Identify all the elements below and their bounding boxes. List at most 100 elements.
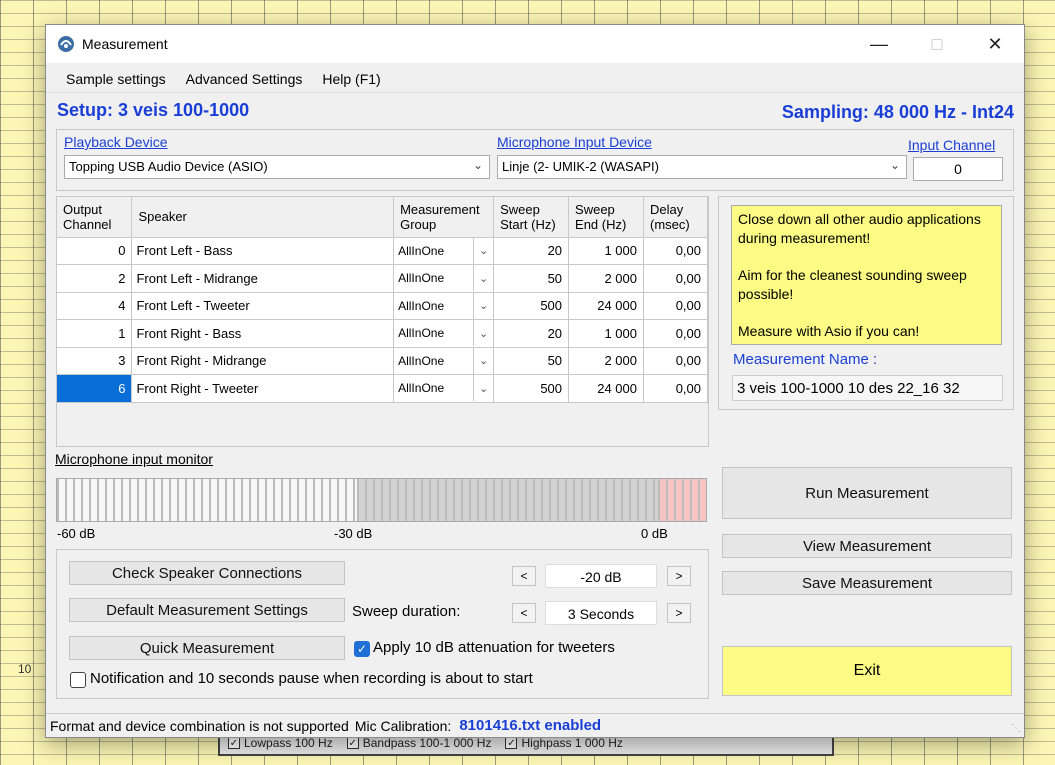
- header-output-channel[interactable]: Output Channel: [57, 197, 133, 238]
- chevron-down-icon[interactable]: ⌄: [473, 320, 493, 347]
- attenuation-checkbox[interactable]: ✓: [354, 641, 370, 657]
- attenuation-label[interactable]: Apply 10 dB attenuation for tweeters: [373, 639, 615, 656]
- cell-sweep-start[interactable]: 50: [493, 264, 570, 293]
- measurement-group-select[interactable]: AllInOne ⌄: [398, 347, 493, 374]
- meter-min-label: -60 dB: [57, 526, 96, 541]
- close-button[interactable]: ✕: [966, 25, 1024, 63]
- chevron-down-icon[interactable]: ⌄: [473, 265, 493, 292]
- cell-speaker[interactable]: Front Left - Midrange: [131, 264, 395, 293]
- header-sweep-end[interactable]: Sweep End (Hz): [568, 197, 644, 238]
- cell-output-channel[interactable]: 6: [57, 374, 133, 403]
- default-settings-button[interactable]: Default Measurement Settings: [69, 598, 345, 622]
- cell-sweep-end[interactable]: 24 000: [568, 374, 644, 403]
- header-sweep-start[interactable]: Sweep Start (Hz): [493, 197, 570, 238]
- cell-measurement-group[interactable]: AllInOne ⌄: [393, 374, 495, 403]
- chevron-down-icon[interactable]: ⌄: [473, 237, 493, 264]
- cell-output-channel[interactable]: 0: [57, 237, 133, 265]
- header-measurement-group[interactable]: Measurement Group: [393, 197, 495, 238]
- input-channel-field[interactable]: 0: [913, 157, 1003, 181]
- header-speaker[interactable]: Speaker: [131, 197, 395, 238]
- minimize-button[interactable]: —: [850, 25, 908, 63]
- maximize-button[interactable]: □: [908, 25, 966, 63]
- cell-measurement-group[interactable]: AllInOne ⌄: [393, 237, 495, 265]
- controls-panel: Check Speaker Connections Default Measur…: [56, 549, 709, 699]
- cell-delay[interactable]: 0,00: [643, 264, 709, 293]
- cell-sweep-start[interactable]: 50: [493, 347, 570, 375]
- measurement-group-select[interactable]: AllInOne ⌄: [398, 265, 493, 292]
- table-row[interactable]: 6 Front Right - Tweeter AllInOne ⌄ 500 24 000…: [57, 374, 709, 403]
- quick-measurement-button[interactable]: Quick Measurement: [69, 636, 345, 660]
- cell-output-channel[interactable]: 2: [57, 264, 133, 293]
- cell-speaker[interactable]: Front Right - Bass: [131, 319, 395, 348]
- cell-speaker[interactable]: Front Left - Tweeter: [131, 292, 395, 320]
- meter-mid-label: -30 dB: [334, 526, 373, 541]
- chevron-down-icon[interactable]: ⌄: [473, 375, 493, 402]
- cell-speaker[interactable]: Front Right - Midrange: [131, 347, 395, 375]
- cell-speaker[interactable]: Front Left - Bass: [131, 237, 395, 265]
- table-row[interactable]: 4 Front Left - Tweeter AllInOne ⌄ 500 24 000 0…: [57, 292, 709, 320]
- run-measurement-button[interactable]: Run Measurement: [722, 467, 1012, 519]
- cell-speaker[interactable]: Front Right - Tweeter: [131, 374, 395, 403]
- cell-sweep-end[interactable]: 1 000: [568, 319, 644, 348]
- sweep-duration-decrease-button[interactable]: <: [512, 603, 536, 623]
- measurement-group-select[interactable]: AllInOne ⌄: [398, 375, 493, 402]
- checkbox-icon: ✓: [505, 737, 518, 749]
- measurement-group-select[interactable]: AllInOne ⌄: [398, 292, 493, 319]
- input-channel-label[interactable]: Input Channel: [908, 137, 995, 153]
- cell-sweep-start[interactable]: 20: [493, 319, 570, 348]
- table-row[interactable]: 1 Front Right - Bass AllInOne ⌄ 20 1 000 0,00: [57, 319, 709, 348]
- cell-measurement-group[interactable]: AllInOne ⌄: [393, 264, 495, 293]
- table-row[interactable]: 2 Front Left - Midrange AllInOne ⌄ 50 2 000 0,…: [57, 264, 709, 293]
- meter-mid-zone: [357, 479, 658, 521]
- cell-measurement-group[interactable]: AllInOne ⌄: [393, 292, 495, 320]
- tip-clean-sweep: Aim for the cleanest sounding sweep poss…: [738, 267, 967, 302]
- title-bar[interactable]: Measurement — □ ✕: [46, 25, 1024, 63]
- cell-delay[interactable]: 0,00: [643, 292, 709, 320]
- cell-sweep-end[interactable]: 24 000: [568, 292, 644, 320]
- cell-output-channel[interactable]: 4: [57, 292, 133, 320]
- cell-sweep-start[interactable]: 500: [493, 292, 570, 320]
- chevron-down-icon[interactable]: ⌄: [473, 292, 493, 319]
- microphone-device-label[interactable]: Microphone Input Device: [497, 134, 652, 150]
- cell-measurement-group[interactable]: AllInOne ⌄: [393, 319, 495, 348]
- table-row[interactable]: 0 Front Left - Bass AllInOne ⌄ 20 1 000 0,00: [57, 237, 709, 265]
- cell-delay[interactable]: 0,00: [643, 237, 709, 265]
- view-measurement-button[interactable]: View Measurement: [722, 534, 1012, 558]
- cell-sweep-end[interactable]: 1 000: [568, 237, 644, 265]
- table-row[interactable]: 3 Front Right - Midrange AllInOne ⌄ 50 2 000 0…: [57, 347, 709, 375]
- playback-device-select[interactable]: Topping USB Audio Device (ASIO) ⌄: [64, 155, 490, 179]
- cell-measurement-group[interactable]: AllInOne ⌄: [393, 347, 495, 375]
- cell-output-channel[interactable]: 1: [57, 319, 133, 348]
- menu-help[interactable]: Help (F1): [312, 71, 390, 87]
- measurement-name-field[interactable]: 3 veis 100-1000 10 des 22_16 32: [732, 375, 1003, 401]
- measurement-group-select[interactable]: AllInOne ⌄: [398, 237, 493, 264]
- cell-delay[interactable]: 0,00: [643, 319, 709, 348]
- device-panel: Playback Device Topping USB Audio Device…: [56, 129, 1014, 191]
- sweep-duration-increase-button[interactable]: >: [667, 603, 691, 623]
- cell-delay[interactable]: 0,00: [643, 374, 709, 403]
- cell-delay[interactable]: 0,00: [643, 347, 709, 375]
- menu-sample-settings[interactable]: Sample settings: [56, 71, 176, 87]
- level-increase-button[interactable]: >: [667, 566, 691, 586]
- sampling-info: Sampling: 48 000 Hz - Int24: [781, 102, 1014, 122]
- check-speaker-connections-button[interactable]: Check Speaker Connections: [69, 561, 345, 585]
- measurement-group-select[interactable]: AllInOne ⌄: [398, 320, 493, 347]
- level-decrease-button[interactable]: <: [512, 566, 536, 586]
- background-axis-tick: 10: [18, 662, 32, 676]
- menu-advanced-settings[interactable]: Advanced Settings: [176, 71, 313, 87]
- save-measurement-button[interactable]: Save Measurement: [722, 571, 1012, 595]
- cell-sweep-start[interactable]: 20: [493, 237, 570, 265]
- playback-device-label[interactable]: Playback Device: [64, 134, 168, 150]
- notification-checkbox[interactable]: [70, 672, 86, 688]
- cell-sweep-start[interactable]: 500: [493, 374, 570, 403]
- chevron-down-icon[interactable]: ⌄: [473, 347, 493, 374]
- speaker-table-panel: Output Channel Speaker Measurement Group…: [56, 196, 709, 447]
- header-delay[interactable]: Delay (msec): [643, 197, 709, 238]
- resize-grip-icon[interactable]: ⋱: [1011, 723, 1021, 734]
- exit-button[interactable]: Exit: [722, 646, 1012, 696]
- notification-label[interactable]: Notification and 10 seconds pause when r…: [90, 670, 533, 687]
- cell-output-channel[interactable]: 3: [57, 347, 133, 375]
- cell-sweep-end[interactable]: 2 000: [568, 347, 644, 375]
- cell-sweep-end[interactable]: 2 000: [568, 264, 644, 293]
- microphone-device-select[interactable]: Linje (2- UMIK-2 (WASAPI) ⌄: [497, 155, 907, 179]
